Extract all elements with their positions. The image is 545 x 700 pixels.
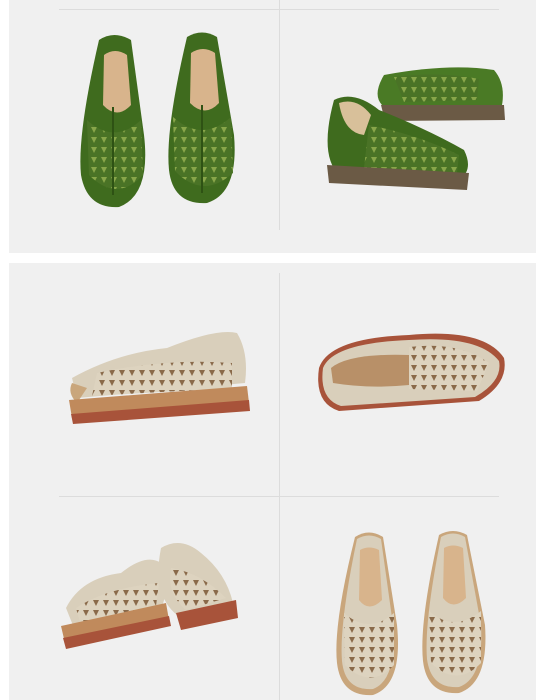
- divider: [279, 273, 280, 700]
- beige-shoes-pair-top-view-icon: [327, 525, 497, 700]
- green-shoes-pair-side-view-icon: [309, 55, 519, 200]
- beige-shoe-side-view-icon: [57, 318, 252, 433]
- divider: [59, 496, 499, 497]
- beige-shoes-panel: [9, 263, 536, 700]
- beige-shoes-pair-angled-view-icon: [51, 528, 241, 653]
- divider: [279, 0, 280, 230]
- beige-shoe-top-angle-view-icon: [309, 323, 509, 418]
- green-shoes-pair-top-view-icon: [69, 25, 249, 220]
- green-shoes-panel: [9, 0, 536, 253]
